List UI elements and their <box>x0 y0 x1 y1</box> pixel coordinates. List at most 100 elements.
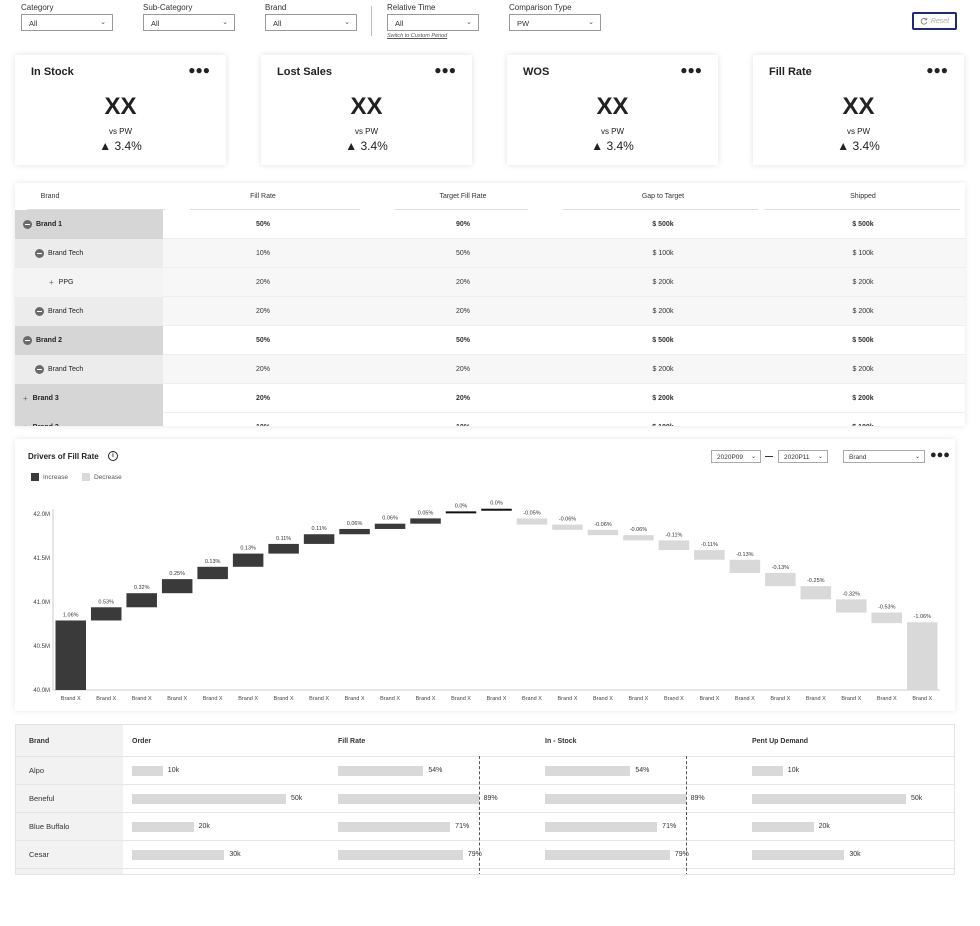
collapse-icon[interactable] <box>35 365 44 374</box>
data-label: -0.06% <box>559 517 577 523</box>
table-row[interactable]: Blue Buffalo 20k 71% 71% 20k <box>16 812 954 840</box>
waterfall-bar <box>410 518 441 524</box>
expand-icon[interactable]: + <box>23 423 28 426</box>
refresh-icon <box>920 17 928 25</box>
data-label: -0.11% <box>701 542 718 548</box>
fill-rate-bar <box>338 766 424 776</box>
data-label: -0.53% <box>878 605 896 611</box>
column-header-order[interactable]: Order <box>132 725 151 758</box>
x-tick-label: Brand X <box>274 696 294 702</box>
row-label: Brand 3 <box>33 424 59 426</box>
in-stock-bar <box>545 850 670 860</box>
table-cell: 50% <box>455 250 470 257</box>
table-row[interactable]: Brand Tech 20% 20% $ 200k $ 200k <box>15 355 965 384</box>
y-tick-label: 42.0M <box>33 512 50 518</box>
kpi-value: XX <box>596 93 629 120</box>
table-row[interactable]: Alpo 10k 54% 54% 10k <box>16 756 954 784</box>
kpi-change: ▲ 3.4% <box>15 139 226 153</box>
x-tick-label: Brand X <box>770 696 790 702</box>
table-row[interactable]: + PPG 20% 20% $ 200k $ 200k <box>15 268 965 297</box>
table-row[interactable]: Brand Tech 10% 50% $ 100k $ 100k <box>15 239 965 268</box>
bar-value-label: 79% <box>467 851 482 858</box>
table-cell: 10% <box>163 413 363 426</box>
column-header-fill-rate[interactable]: Fill Rate <box>163 183 363 210</box>
brand-metrics-bar-table: Brand Order Fill Rate In - Stock Pent Up… <box>15 724 955 875</box>
kpi-card-in-stock: In Stock ●●● XX vs PW ▲ 3.4% <box>15 55 226 165</box>
table-row[interactable]: Beneful 50k 89% 89% 50k <box>16 784 954 812</box>
waterfall-bar <box>339 528 370 535</box>
collapse-icon[interactable] <box>35 249 44 258</box>
comparison-type-filter: Comparison Type PW ⌄ <box>509 3 601 31</box>
reset-button[interactable]: Reset <box>912 12 957 30</box>
kpi-value: XX <box>104 93 137 120</box>
table-row <box>16 868 954 874</box>
bar-value-label: 10k <box>787 767 800 774</box>
sub-category-select[interactable]: All ⌄ <box>143 14 235 31</box>
reset-label: Reset <box>930 17 950 25</box>
bar-value-label: 54% <box>428 767 443 774</box>
data-label: 1.06% <box>63 612 79 618</box>
triangle-up-icon: ▲ <box>345 139 358 153</box>
table-row[interactable]: + Brand 3 20% 20% $ 200k $ 200k <box>15 384 965 413</box>
table-row[interactable]: Brand Tech 20% 20% $ 200k $ 200k <box>15 297 965 326</box>
table-cell: 20% <box>255 279 270 286</box>
kpi-card-lost-sales: Lost Sales ●●● XX vs PW ▲ 3.4% <box>261 55 472 165</box>
data-label: -0.05% <box>523 510 541 516</box>
kpi-change-value: 3.4% <box>606 139 634 153</box>
order-bar <box>132 794 286 804</box>
column-header-in-stock[interactable]: In - Stock <box>545 725 577 758</box>
comparison-type-select[interactable]: PW ⌄ <box>509 14 601 31</box>
table-cell: 90% <box>455 221 470 228</box>
in-stock-bar <box>545 794 686 804</box>
kpi-change-value: 3.4% <box>114 139 142 153</box>
kpi-change: ▲ 3.4% <box>753 139 964 153</box>
switch-custom-period-link[interactable]: Switch to Custom Period <box>387 33 447 39</box>
column-header-fill-rate[interactable]: Fill Rate <box>338 725 365 758</box>
table-cell: $ 500k <box>652 337 674 344</box>
bar-value-label: 71% <box>662 823 677 830</box>
bar-value-label: 50k <box>291 795 303 802</box>
more-options-icon[interactable]: ●●● <box>434 63 456 77</box>
waterfall-bar <box>836 599 867 613</box>
collapse-icon[interactable] <box>23 220 32 229</box>
bar-value-label: 30k <box>849 851 861 858</box>
waterfall-bar <box>161 579 193 594</box>
data-label: -0.06% <box>594 522 612 528</box>
column-header-pent-up-demand[interactable]: Pent Up Demand <box>752 725 808 758</box>
waterfall-bar <box>268 543 299 554</box>
category-select[interactable]: All ⌄ <box>21 14 113 31</box>
row-label-cell: Brand Tech <box>15 239 163 268</box>
data-label: 0.0% <box>490 501 503 507</box>
expand-icon[interactable]: + <box>49 278 54 287</box>
order-bar <box>132 822 194 832</box>
fill-rate-bar <box>338 822 451 832</box>
bar-value-label: 20k <box>198 823 210 830</box>
expand-icon[interactable]: + <box>23 394 28 403</box>
table-row[interactable]: +Brand 310%10%$ 100k$ 100k <box>15 413 965 426</box>
column-header-gap-to-target[interactable]: Gap to Target <box>563 183 763 210</box>
column-header-brand[interactable]: Brand <box>29 725 49 758</box>
more-options-icon[interactable]: ●●● <box>926 63 948 77</box>
column-header-target-fill-rate[interactable]: Target Fill Rate <box>363 183 563 210</box>
kpi-value: XX <box>842 93 875 120</box>
table-row[interactable]: Brand 1 50% 90% $ 500k $ 500k <box>15 210 965 239</box>
column-header-brand[interactable]: Brand <box>15 183 85 210</box>
table-row[interactable]: Cesar 30k 79% 79% 30k <box>16 840 954 868</box>
bar-value-label: 10k <box>167 767 180 774</box>
column-header-shipped[interactable]: Shipped <box>763 183 963 210</box>
table-cell: $ 200k <box>852 395 874 402</box>
table-cell: $ 200k <box>652 395 674 402</box>
kpi-title: Lost Sales <box>277 66 333 78</box>
row-label-cell: + Brand 3 <box>15 384 163 413</box>
x-tick-label: Brand X <box>664 696 684 702</box>
more-options-icon[interactable]: ●●● <box>680 63 702 77</box>
select-value: All <box>151 19 160 28</box>
collapse-icon[interactable] <box>23 336 32 345</box>
collapse-icon[interactable] <box>35 307 44 316</box>
brand-fill-rate-table: Brand Fill Rate Target Fill Rate Gap to … <box>15 183 965 426</box>
bar-value-label: 54% <box>635 767 650 774</box>
table-row[interactable]: Brand 2 50% 50% $ 500k $ 500k <box>15 326 965 355</box>
brand-select[interactable]: All ⌄ <box>265 14 357 31</box>
relative-time-select[interactable]: All ⌄ <box>387 14 479 31</box>
more-options-icon[interactable]: ●●● <box>188 63 210 77</box>
